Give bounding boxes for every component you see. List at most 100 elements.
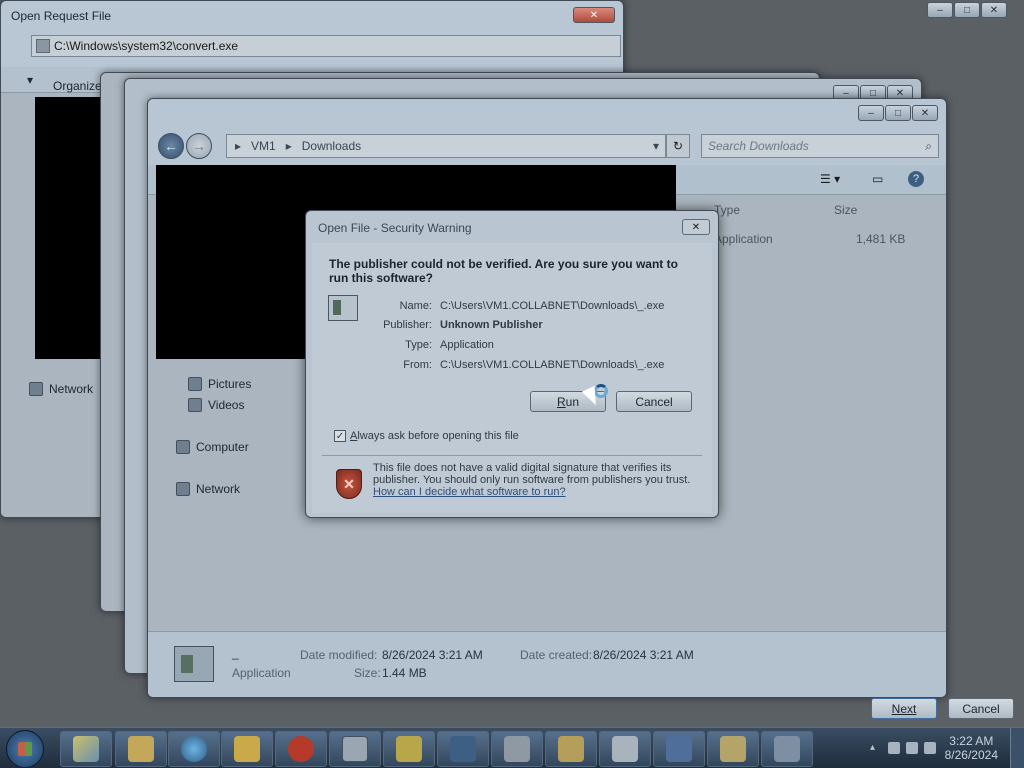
always-ask-checkbox[interactable]: ✓ Always ask before opening this file (334, 430, 519, 442)
taskbar-item[interactable] (653, 731, 705, 767)
address-bar[interactable]: ▸ VM1 ▸ Downloads ▾ (226, 134, 666, 158)
forward-button[interactable]: → (186, 133, 212, 159)
documents-icon (73, 736, 99, 762)
taskbar-item[interactable] (599, 731, 651, 767)
taskbar-item[interactable] (545, 731, 597, 767)
organize-button[interactable]: Organize ▾ (27, 73, 102, 93)
start-button[interactable] (6, 730, 44, 768)
maximize-button[interactable]: □ (885, 105, 911, 121)
from-value: C:\Users\VM1.COLLABNET\Downloads\_.exe (440, 359, 665, 371)
type-value: Application (440, 339, 494, 351)
security-warning-dialog: Open File - Security Warning ✕ The publi… (305, 210, 719, 518)
system-tray: ▴ 3:22 AM 8/26/2024 (840, 728, 1024, 768)
date-modified-value: 8/26/2024 3:21 AM (382, 648, 483, 662)
folder-icon: ▸ (235, 139, 242, 153)
network-icon (176, 482, 190, 496)
chevron-up-icon[interactable]: ▴ (870, 742, 882, 754)
folder-icon (128, 736, 154, 762)
taskbar-item[interactable] (761, 731, 813, 767)
key-folder-icon (396, 736, 422, 762)
publisher-value: Unknown Publisher (440, 319, 543, 331)
views-button[interactable]: ☰ ▾ (820, 172, 840, 186)
window-controls: ✕ (572, 7, 615, 23)
application-icon (174, 646, 214, 682)
dialog-close-button[interactable]: ✕ (682, 219, 710, 235)
computer-icon (666, 736, 692, 762)
preview-pane-button[interactable]: ▭ (872, 172, 883, 186)
divider (322, 455, 702, 456)
close-button[interactable]: ✕ (981, 2, 1007, 18)
taskbar-item[interactable] (437, 731, 489, 767)
network-icon (29, 382, 43, 396)
cancel-button[interactable]: Cancel (616, 391, 692, 412)
publisher-label: Publisher: (383, 319, 432, 331)
type-label: Type: (405, 339, 432, 351)
file-name: _ (232, 646, 239, 660)
wizard-cancel-button[interactable]: Cancel (948, 698, 1014, 719)
archive-icon (720, 736, 746, 762)
chevron-down-icon[interactable]: ▾ (653, 139, 659, 153)
computer-icon (176, 440, 190, 454)
taskbar-item[interactable] (275, 731, 327, 767)
sidebar-item-videos[interactable]: Videos (188, 398, 244, 412)
column-size[interactable]: Size (834, 203, 857, 217)
help-icon[interactable]: ? (908, 171, 924, 187)
search-input[interactable]: Search Downloads ⌕ (701, 134, 939, 158)
taskbar-item[interactable] (491, 731, 543, 767)
file-type-cell[interactable]: Application (714, 232, 773, 246)
sidebar-item-computer[interactable]: Computer (176, 440, 249, 454)
taskbar-item[interactable] (115, 731, 167, 767)
breadcrumb-vm1[interactable]: VM1 (251, 139, 276, 153)
browser-icon (181, 736, 207, 762)
window-controls: – □ ✕ (857, 105, 938, 121)
taskbar-item[interactable] (221, 731, 273, 767)
close-button[interactable]: ✕ (912, 105, 938, 121)
taskbar-item[interactable] (383, 731, 435, 767)
network-status-icon[interactable] (906, 742, 918, 754)
date-modified-label: Date modified: (300, 648, 378, 662)
navigation-bar: ← → ▸ VM1 ▸ Downloads ▾ ↻ Search Downloa… (148, 129, 946, 163)
network-icon (450, 736, 476, 762)
taskbar-item[interactable] (707, 731, 759, 767)
back-button[interactable]: ← (158, 133, 184, 159)
triangle-icon (774, 736, 800, 762)
address-field[interactable]: C:\Windows\system32\convert.exe (31, 35, 621, 57)
file-icon (36, 39, 50, 53)
shield-warning-icon: ✕ (336, 469, 362, 499)
name-value: C:\Users\VM1.COLLABNET\Downloads\_.exe (440, 300, 665, 312)
address-text: C:\Windows\system32\convert.exe (54, 39, 239, 53)
warning-text: This file does not have a valid digital … (373, 462, 691, 498)
details-pane: _ Application Date modified: 8/26/2024 3… (148, 631, 946, 697)
dialog-title: Open File - Security Warning (318, 221, 472, 235)
volume-icon[interactable] (924, 742, 936, 754)
show-desktop-button[interactable] (1010, 728, 1024, 768)
printer-icon (504, 736, 530, 762)
close-button[interactable]: ✕ (573, 7, 615, 23)
size-label: Size: (354, 666, 381, 680)
taskbar-item[interactable] (329, 731, 381, 767)
date-created-label: Date created: (520, 648, 593, 662)
next-button[interactable]: Next (871, 698, 937, 719)
checkbox-checked-icon[interactable]: ✓ (334, 430, 346, 442)
sidebar-item-pictures[interactable]: Pictures (188, 377, 251, 391)
chevron-right-icon: ▸ (285, 139, 292, 153)
sidebar-item-network[interactable]: Network (29, 382, 93, 396)
minimize-button[interactable]: – (858, 105, 884, 121)
window-icon (612, 736, 638, 762)
flag-icon[interactable] (888, 742, 900, 754)
sidebar-item-network[interactable]: Network (176, 482, 240, 496)
date-created-value: 8/26/2024 3:21 AM (593, 648, 694, 662)
minimize-button[interactable]: – (927, 2, 953, 18)
taskbar-item[interactable] (60, 731, 112, 767)
refresh-button[interactable]: ↻ (666, 134, 690, 158)
taskbar-item[interactable] (168, 731, 220, 767)
file-size-cell[interactable]: 1,481 KB (856, 232, 905, 246)
warning-question: The publisher could not be verified. Are… (329, 257, 678, 285)
breadcrumb-downloads[interactable]: Downloads (302, 139, 361, 153)
taskbar: ▴ 3:22 AM 8/26/2024 (0, 727, 1024, 768)
help-link[interactable]: How can I decide what software to run? (373, 486, 566, 498)
name-label: Name: (399, 300, 432, 312)
clock[interactable]: 3:22 AM 8/26/2024 (945, 734, 998, 762)
maximize-button[interactable]: □ (954, 2, 980, 18)
videos-icon (188, 398, 202, 412)
